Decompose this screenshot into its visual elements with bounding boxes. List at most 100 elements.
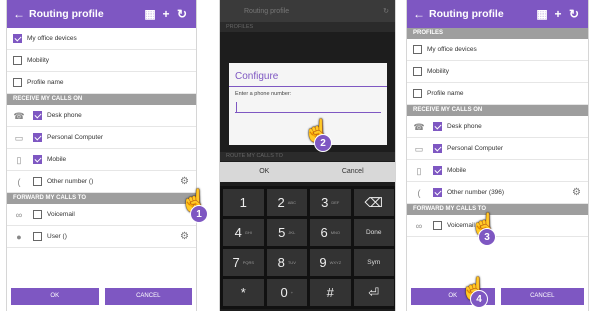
checkbox[interactable]	[433, 166, 442, 175]
profile-row-mobility[interactable]: Mobility	[407, 61, 588, 83]
keypad-key[interactable]: #	[310, 279, 351, 306]
keypad-key[interactable]: 9 WXYZ	[310, 249, 351, 276]
checkbox[interactable]	[433, 221, 442, 230]
keypad-key[interactable]: 5 JKL	[266, 219, 307, 246]
checkbox[interactable]	[433, 144, 442, 153]
receive-row-desk-phone[interactable]: ☎ Desk phone	[7, 105, 196, 127]
receive-label: Mobile	[447, 167, 467, 174]
receive-row-other-number[interactable]: ( Other number () ⚙	[7, 171, 196, 193]
forward-label: Voicemail	[47, 211, 75, 218]
section-profiles-header: PROFILES	[407, 28, 588, 39]
key-letters: DEF	[331, 200, 340, 205]
voicemail-icon: ∞	[415, 220, 423, 231]
back-arrow-icon[interactable]: ←	[13, 7, 29, 21]
checkbox[interactable]	[13, 34, 22, 43]
checkbox[interactable]	[433, 188, 442, 197]
keypad-key[interactable]: *	[223, 279, 264, 306]
forward-row-voicemail[interactable]: ∞ Voicemail	[407, 215, 588, 237]
step-badge: 3	[478, 228, 496, 246]
checkbox[interactable]	[413, 67, 422, 76]
checkbox[interactable]	[33, 111, 42, 120]
app-bar: ← Routing profile ▦ + ↻	[7, 0, 196, 28]
checkbox[interactable]	[433, 122, 442, 131]
receive-row-mobile[interactable]: ▯ Mobile	[407, 160, 588, 182]
keypad-key[interactable]: Done	[353, 219, 394, 246]
keypad-key[interactable]: 3 DEF	[310, 189, 351, 216]
step-badge: 4	[470, 290, 488, 308]
checkbox[interactable]	[33, 155, 42, 164]
gear-icon[interactable]: ⚙	[572, 187, 588, 198]
button-bar: OK CANCEL	[11, 288, 192, 305]
key-letters: PQRS	[242, 260, 255, 265]
checkbox[interactable]	[33, 210, 42, 219]
keypad-key[interactable]: ⏎	[353, 279, 394, 306]
desk-phone-icon: ☎	[13, 110, 25, 121]
keypad-key[interactable]: 8 TUV	[266, 249, 307, 276]
button-bar: OK CANCEL	[411, 288, 584, 305]
forward-row-voicemail[interactable]: ∞ Voicemail	[7, 204, 196, 226]
ok-button[interactable]: OK	[11, 288, 99, 305]
receive-row-desk-phone[interactable]: ☎ Desk phone	[407, 116, 588, 138]
profile-label: My office devices	[427, 46, 477, 53]
gear-icon[interactable]: ⚙	[180, 176, 196, 187]
phone-number-input[interactable]	[235, 101, 381, 113]
checkbox[interactable]	[13, 78, 22, 87]
checkbox[interactable]	[33, 133, 42, 142]
receive-label: Desk phone	[47, 112, 82, 119]
cancel-button[interactable]: Cancel	[309, 162, 396, 182]
step-badge: 1	[190, 205, 208, 223]
checkbox[interactable]	[13, 56, 22, 65]
forward-row-user[interactable]: ● User () ⚙	[7, 226, 196, 248]
receive-row-mobile[interactable]: ▯ Mobile	[7, 149, 196, 171]
gear-icon[interactable]: ⚙	[180, 231, 196, 242]
qr-code-icon[interactable]: ▦	[142, 7, 158, 21]
dialog-button-bar: OK Cancel	[220, 162, 396, 182]
user-icon: ●	[16, 231, 22, 242]
profile-row-office[interactable]: My office devices	[407, 39, 588, 61]
voicemail-icon: ∞	[15, 209, 23, 220]
add-icon[interactable]: +	[550, 7, 566, 21]
keypad-key[interactable]: ⌫	[353, 189, 394, 216]
receive-row-computer[interactable]: ▭ Personal Computer	[407, 138, 588, 160]
keypad-key[interactable]: 0 +	[266, 279, 307, 306]
key-letters: WXYZ	[329, 260, 342, 265]
keypad-key[interactable]: 1	[223, 189, 264, 216]
back-arrow-icon[interactable]: ←	[413, 7, 429, 21]
profile-row-name[interactable]: Profile name	[407, 83, 588, 105]
dimmed-section-route: ROUTE MY CALLS TO	[220, 152, 395, 161]
keypad-key[interactable]: Sym	[353, 249, 394, 276]
checkbox[interactable]	[413, 89, 422, 98]
refresh-icon[interactable]: ↻	[566, 7, 582, 21]
cancel-button[interactable]: CANCEL	[500, 288, 584, 305]
ok-button[interactable]: OK	[220, 162, 309, 182]
numeric-keypad: 1 2 ABC 3 DEF ⌫ 4 GHI 5 JKL 6 MNO Done 7 PQRS 8 TUV 9 WXYZ…	[220, 186, 395, 309]
add-icon[interactable]: +	[158, 7, 174, 21]
section-forward-header: FORWARD MY CALLS TO	[407, 204, 588, 215]
mobile-icon: ▯	[416, 165, 422, 176]
checkbox[interactable]	[33, 177, 42, 186]
profile-row-name[interactable]: Profile name	[7, 72, 196, 94]
receive-row-computer[interactable]: ▭ Personal Computer	[7, 127, 196, 149]
section-receive-header: RECEIVE MY CALLS ON	[7, 94, 196, 105]
computer-icon: ▭	[14, 132, 24, 143]
qr-code-icon[interactable]: ▦	[534, 7, 550, 21]
keypad-key[interactable]: 6 MNO	[310, 219, 351, 246]
key-label: 2	[277, 195, 285, 210]
checkbox[interactable]	[33, 232, 42, 241]
keypad-key[interactable]: 2 ABC	[266, 189, 307, 216]
receive-label: Desk phone	[447, 123, 482, 130]
mobile-icon: ▯	[16, 154, 22, 165]
keypad-key[interactable]: 4 GHI	[223, 219, 264, 246]
key-letters: MNO	[330, 230, 341, 235]
refresh-icon[interactable]: ↻	[174, 7, 190, 21]
key-label: 6	[320, 225, 328, 240]
checkbox[interactable]	[413, 45, 422, 54]
keypad-key[interactable]: 7 PQRS	[223, 249, 264, 276]
cancel-button[interactable]: CANCEL	[104, 288, 192, 305]
receive-row-other-number[interactable]: ( Other number (396) ⚙	[407, 182, 588, 204]
profile-row-office[interactable]: My office devices	[7, 28, 196, 50]
computer-icon: ▭	[414, 143, 424, 154]
section-receive-header: RECEIVE MY CALLS ON	[407, 105, 588, 116]
screen-routing-profile-1: ← Routing profile ▦ + ↻ My office device…	[6, 0, 197, 311]
profile-row-mobility[interactable]: Mobility	[7, 50, 196, 72]
